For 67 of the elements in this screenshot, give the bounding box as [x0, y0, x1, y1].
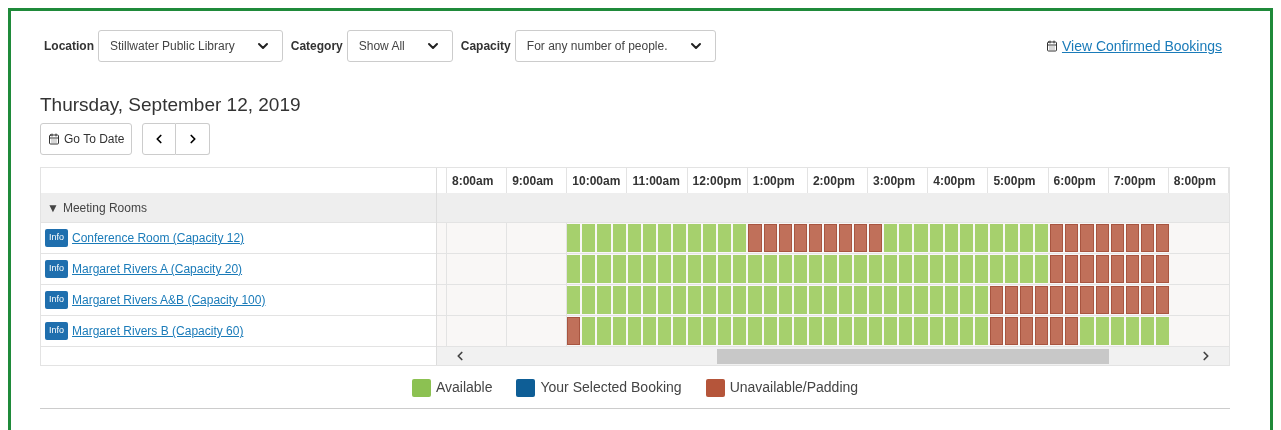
info-button[interactable]: Info — [45, 260, 68, 278]
time-slot[interactable] — [1110, 286, 1124, 314]
view-bookings-link[interactable]: View Confirmed Bookings — [1061, 35, 1222, 57]
time-slot[interactable] — [1005, 286, 1019, 314]
time-slot[interactable] — [1050, 255, 1064, 283]
time-slot[interactable] — [989, 317, 1003, 345]
time-slot[interactable] — [1035, 317, 1049, 345]
time-slot[interactable] — [1155, 224, 1170, 252]
time-slot[interactable] — [823, 224, 837, 252]
time-slot[interactable] — [1050, 224, 1064, 252]
previous-day-button[interactable] — [142, 123, 177, 155]
info-button[interactable]: Info — [45, 322, 68, 340]
time-slot[interactable] — [1155, 286, 1170, 314]
time-slot[interactable] — [1140, 286, 1154, 314]
time-slot[interactable] — [1140, 224, 1154, 252]
room-link[interactable]: Margaret Rivers A&B (Capacity 100) — [72, 291, 266, 309]
date-title: Thursday, September 12, 2019 — [40, 93, 302, 117]
group-name: Meeting Rooms — [62, 199, 147, 217]
time-slot[interactable] — [778, 224, 792, 252]
info-button[interactable]: Info — [45, 229, 68, 247]
time-slot[interactable] — [1110, 255, 1124, 283]
go-to-date-button[interactable]: Go To Date — [40, 123, 133, 155]
time-slot[interactable] — [808, 224, 822, 252]
scrollbar-thumb[interactable] — [717, 348, 1109, 364]
filter-select[interactable]: Show All — [346, 30, 453, 62]
time-slot[interactable] — [1050, 317, 1064, 345]
room-link[interactable]: Margaret Rivers A (Capacity 20) — [72, 260, 243, 278]
info-button[interactable]: Info — [45, 291, 68, 309]
time-slot[interactable] — [1005, 317, 1019, 345]
filter-select[interactable]: For any number of people. — [514, 30, 716, 62]
legend-label: Your Selected Booking — [540, 378, 682, 397]
time-slot[interactable] — [1050, 286, 1064, 314]
next-day-button[interactable] — [176, 123, 211, 155]
time-slot[interactable] — [1020, 317, 1034, 345]
time-slot[interactable] — [1125, 286, 1139, 314]
time-slot[interactable] — [989, 286, 1003, 314]
time-slot[interactable] — [1065, 224, 1079, 252]
time-slot[interactable] — [1155, 255, 1170, 283]
time-slot[interactable] — [793, 224, 807, 252]
time-slot[interactable] — [567, 317, 581, 345]
room-link[interactable]: Margaret Rivers B (Capacity 60) — [72, 322, 244, 340]
time-slot[interactable] — [1125, 224, 1139, 252]
filter-select[interactable]: Stillwater Public Library — [98, 30, 283, 62]
time-slot[interactable] — [1110, 224, 1124, 252]
collapse-toggle[interactable]: ▼ — [47, 198, 59, 217]
time-slot[interactable] — [839, 224, 853, 252]
time-slot[interactable] — [1065, 286, 1079, 314]
time-slot[interactable] — [1065, 255, 1079, 283]
time-slot[interactable] — [1020, 286, 1034, 314]
time-slot[interactable] — [1125, 255, 1139, 283]
filter-label: Category — [290, 38, 343, 55]
calendar-icon — [48, 133, 60, 145]
time-slot[interactable] — [1140, 255, 1154, 283]
filter-label: Location — [44, 38, 94, 55]
time-slot[interactable] — [854, 224, 868, 252]
time-slot[interactable] — [1095, 255, 1109, 283]
time-slot[interactable] — [1095, 224, 1109, 252]
time-slot[interactable] — [1095, 286, 1109, 314]
time-slot[interactable] — [869, 224, 883, 252]
time-slot[interactable] — [763, 224, 777, 252]
legend-label: Available — [435, 378, 493, 397]
time-slot[interactable] — [1065, 317, 1079, 345]
filter-label: Capacity — [460, 38, 511, 55]
time-slot[interactable] — [1035, 286, 1049, 314]
room-link[interactable]: Conference Room (Capacity 12) — [72, 229, 245, 247]
legend-label: Unavailable/Padding — [729, 378, 859, 397]
calendar-icon — [1045, 40, 1058, 52]
